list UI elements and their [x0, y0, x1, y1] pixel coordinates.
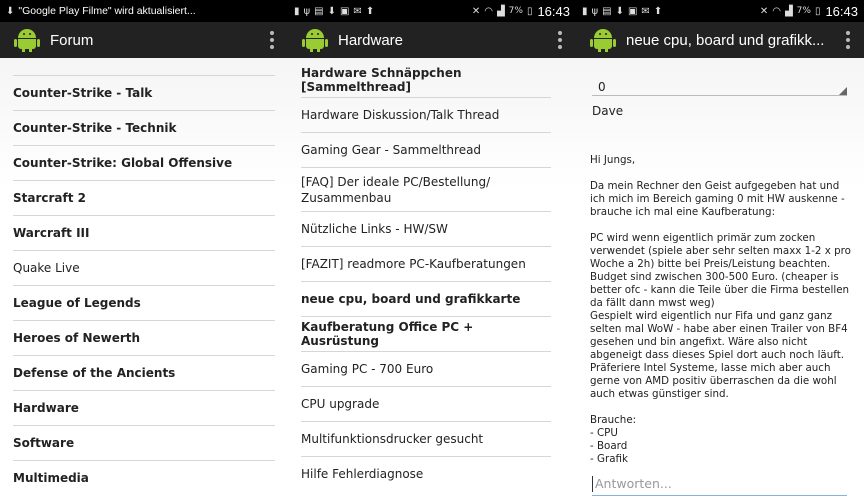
system-icons: ✕ ◠ ▟ 7% ▯	[472, 6, 533, 17]
thread-item[interactable]: neue cpu, board und grafikkarte	[301, 281, 551, 316]
overflow-menu-icon[interactable]	[840, 31, 856, 49]
page-title: neue cpu, board und grafikk...	[626, 31, 825, 49]
forum-item[interactable]: Defense of the Ancients	[13, 355, 275, 390]
post-author: Dave	[592, 104, 624, 118]
thread-item[interactable]: CPU upgrade	[301, 386, 551, 421]
image-icon: ▣	[339, 5, 350, 17]
thread-screen: ▮ ψ ▤ ⬇ ▣ ✉ ⬆ ✕ ◠ ▟ 7% ▯ 16:43 neue cpu,…	[576, 0, 864, 499]
forum-item[interactable]: Multimedia	[13, 460, 275, 495]
document-icon: ▤	[602, 5, 612, 17]
forum-item[interactable]: Counter-Strike - Talk	[13, 75, 275, 110]
forum-item[interactable]: Counter-Strike: Global Offensive	[13, 145, 275, 180]
action-bar: Forum	[0, 22, 288, 58]
sd-card-icon: ▮	[294, 5, 300, 17]
system-icons: ✕ ◠ ▟ 7% ▯	[760, 6, 821, 17]
reply-field[interactable]	[592, 472, 847, 496]
battery-percent: 7%	[508, 6, 523, 16]
download-icon: ⬇	[327, 5, 336, 17]
notification-text: "Google Play Filme" wird aktualisiert...	[18, 5, 196, 17]
thread-item[interactable]: Hilfe Fehlerdiagnose	[301, 456, 551, 491]
wifi-icon: ◠	[484, 5, 493, 17]
battery-icon: ▯	[526, 5, 533, 17]
forum-item[interactable]: Software	[13, 425, 275, 460]
thread-item[interactable]: Hardware Schnäppchen [Sammelthread]	[301, 62, 551, 97]
forum-screen: ⬇ "Google Play Filme" wird aktualisiert.…	[0, 0, 288, 499]
status-bar: ▮ ψ ▤ ⬇ ▣ ✉ ⬆ ✕ ◠ ▟ 7% ▯ 16:43	[288, 0, 576, 22]
thread-item[interactable]: Nützliche Links - HW/SW	[301, 211, 551, 246]
download-icon: ⬇	[6, 5, 15, 17]
download-icon: ⬇	[615, 5, 624, 17]
forum-list: Counter-Strike - Talk Counter-Strike - T…	[0, 75, 288, 495]
page-spinner[interactable]: 0	[592, 72, 847, 96]
hardware-screen: ▮ ψ ▤ ⬇ ▣ ✉ ⬆ ✕ ◠ ▟ 7% ▯ 16:43 Hardware …	[288, 0, 576, 499]
forum-list-container: Counter-Strike - Talk Counter-Strike - T…	[0, 58, 288, 499]
forum-item[interactable]: Quake Live	[13, 250, 275, 285]
battery-percent: 7%	[796, 6, 811, 16]
thread-item[interactable]: Gaming Gear - Sammelthread	[301, 132, 551, 167]
upload-icon: ⬆	[653, 5, 663, 17]
usb-icon: ψ	[303, 5, 311, 17]
dropdown-arrow-icon	[839, 87, 847, 95]
thread-item[interactable]: Kaufberatung Office PC + Ausrüstung	[301, 316, 551, 351]
mail-icon: ✉	[641, 5, 650, 17]
forum-item[interactable]: Heroes of Newerth	[13, 320, 275, 355]
signal-icon: ▟	[496, 5, 505, 17]
notification-icons: ▮ ψ ▤ ⬇ ▣ ✉ ⬆	[294, 6, 374, 17]
mute-icon: ✕	[471, 5, 481, 17]
mail-icon: ✉	[353, 5, 362, 17]
upload-icon: ⬆	[365, 5, 375, 17]
android-logo-icon[interactable]	[14, 28, 40, 52]
usb-icon: ψ	[591, 5, 599, 17]
page-title: Forum	[50, 31, 94, 49]
action-bar: neue cpu, board und grafikk...	[576, 22, 864, 58]
text-cursor	[592, 475, 593, 492]
clock: 16:43	[825, 3, 858, 19]
thread-item[interactable]: Multifunktionsdrucker gesucht	[301, 421, 551, 456]
forum-item[interactable]: Starcraft 2	[13, 180, 275, 215]
sd-card-icon: ▮	[582, 5, 588, 17]
post-body: Hi Jungs, Da mein Rechner den Geist aufg…	[590, 154, 851, 465]
thread-content: 0 Dave Hi Jungs, Da mein Rechner den Gei…	[576, 58, 864, 499]
mute-icon: ✕	[759, 5, 769, 17]
clock: 16:43	[537, 3, 570, 19]
status-bar: ▮ ψ ▤ ⬇ ▣ ✉ ⬆ ✕ ◠ ▟ 7% ▯ 16:43	[576, 0, 864, 22]
notification-icons: ▮ ψ ▤ ⬇ ▣ ✉ ⬆	[582, 6, 662, 17]
action-bar: Hardware	[288, 22, 576, 58]
forum-item[interactable]: League of Legends	[13, 285, 275, 320]
android-logo-icon[interactable]	[302, 28, 328, 52]
signal-icon: ▟	[784, 5, 793, 17]
image-icon: ▣	[627, 5, 638, 17]
thread-item[interactable]: Gaming PC - 700 Euro	[301, 351, 551, 386]
battery-icon: ▯	[814, 5, 821, 17]
android-logo-icon[interactable]	[590, 28, 616, 52]
wifi-icon: ◠	[772, 5, 781, 17]
thread-item[interactable]: [FAZIT] readmore PC-Kaufberatungen	[301, 246, 551, 281]
thread-item[interactable]: [FAQ] Der ideale PC/Bestellung/ Zusammen…	[301, 167, 551, 211]
page-spinner-value: 0	[598, 80, 606, 94]
overflow-menu-icon[interactable]	[552, 31, 568, 49]
thread-list-container: Hardware Schnäppchen [Sammelthread] Hard…	[288, 58, 576, 499]
notification-icons: ⬇ "Google Play Filme" wird aktualisiert.…	[6, 5, 196, 17]
forum-item[interactable]: Warcraft III	[13, 215, 275, 250]
overflow-menu-icon[interactable]	[264, 31, 280, 49]
forum-item[interactable]: Counter-Strike - Technik	[13, 110, 275, 145]
status-bar: ⬇ "Google Play Filme" wird aktualisiert.…	[0, 0, 288, 22]
page-title: Hardware	[338, 31, 404, 49]
document-icon: ▤	[314, 5, 324, 17]
forum-item[interactable]: Hardware	[13, 390, 275, 425]
thread-list: Hardware Schnäppchen [Sammelthread] Hard…	[288, 62, 576, 491]
thread-item[interactable]: Hardware Diskussion/Talk Thread	[301, 97, 551, 132]
reply-input[interactable]	[595, 476, 835, 491]
